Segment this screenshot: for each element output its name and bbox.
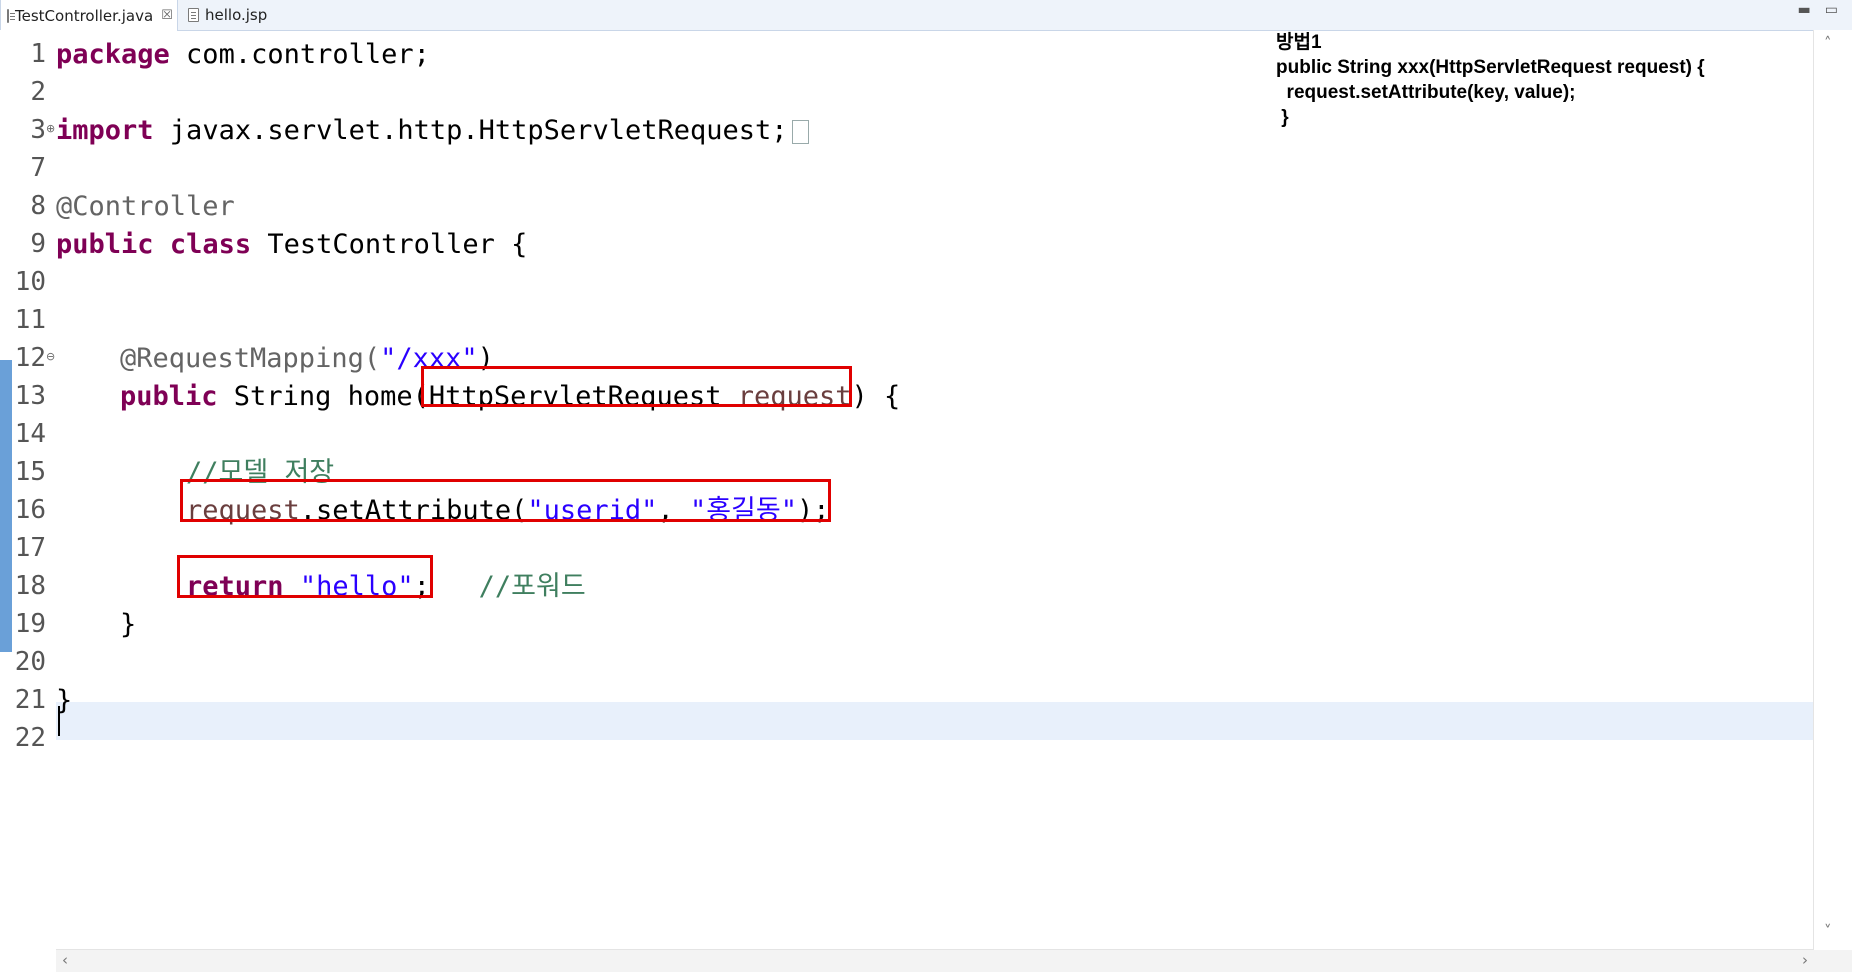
line-number: 3 [30,115,46,145]
minimize-icon[interactable]: ▬ [1798,2,1811,18]
line-number: 10 [14,267,46,297]
editor-tab-bar: TestController.java ☒ hello.jsp ▬ ▭ [0,0,1852,31]
window-controls: ▬ ▭ [1798,2,1838,18]
note-title: 방법1 [1276,32,1322,53]
line-number: 11 [14,305,46,335]
close-icon[interactable]: ☒ [161,8,173,23]
note-line: public String xxx(HttpServletRequest req… [1276,57,1705,78]
code-editor[interactable]: package com.controller; import javax.ser… [56,30,1814,948]
line-number: 1 [30,39,46,69]
line-number: 16 [14,495,46,525]
line-number: 21 [14,685,46,715]
line-number: 22 [14,723,46,753]
text-caret [58,706,60,736]
fold-collapse-icon[interactable]: ⊖ [46,350,55,363]
line-number: 17 [14,533,46,563]
vertical-scrollbar[interactable]: ˄ ˅ [1813,30,1852,950]
editor-window: TestController.java ☒ hello.jsp ▬ ▭ 1 2 … [0,0,1852,972]
jsp-file-icon [188,7,199,22]
line-number: 19 [14,609,46,639]
highlight-box-return [177,555,433,598]
code-line-1: package com.controller; [56,39,430,70]
scroll-right-icon[interactable]: › [1802,951,1808,969]
scroll-up-icon[interactable]: ˄ [1824,34,1832,52]
tab-label: TestController.java [15,6,154,25]
code-line-9: public class TestController { [56,229,528,260]
note-line: request.setAttribute(key, value); [1276,82,1576,103]
tab-testcontroller-java[interactable]: TestController.java ☒ [0,0,178,31]
highlight-box-setattribute [180,479,831,522]
line-number: 13 [14,381,46,411]
line-number: 8 [30,191,46,221]
line-number: 9 [30,229,46,259]
line-number: 18 [14,571,46,601]
line-number: 12 [14,343,46,373]
fold-expand-icon[interactable]: ⊕ [46,122,55,135]
folded-imports-box[interactable] [791,119,809,144]
scrollbar-corner [1814,950,1852,972]
tab-label: hello.jsp [205,5,268,24]
line-number: 15 [14,457,46,487]
note-line: } [1276,107,1289,128]
method-note: 방법1 public String xxx(HttpServletRequest… [1276,30,1836,130]
line-number: 7 [30,153,46,183]
line-number-gutter: 1 2 3 ⊕ 7 8 9 10 11 12 ⊖ 13 14 15 16 17 … [0,30,56,950]
current-line-highlight [56,702,1814,740]
horizontal-scrollbar[interactable]: ‹ › [56,949,1814,972]
code-line-19: } [120,609,137,640]
line-number: 14 [14,419,46,449]
code-line-3: import javax.servlet.http.HttpServletReq… [56,112,809,149]
scroll-down-icon[interactable]: ˅ [1824,922,1832,940]
scroll-left-icon[interactable]: ‹ [62,951,68,969]
maximize-icon[interactable]: ▭ [1825,2,1838,18]
highlight-box-parameter [421,366,852,407]
line-number: 2 [30,77,46,107]
code-line-8: @Controller [56,191,235,222]
java-file-icon [7,8,15,23]
tab-hello-jsp[interactable]: hello.jsp [182,0,292,29]
line-number: 20 [14,647,46,677]
